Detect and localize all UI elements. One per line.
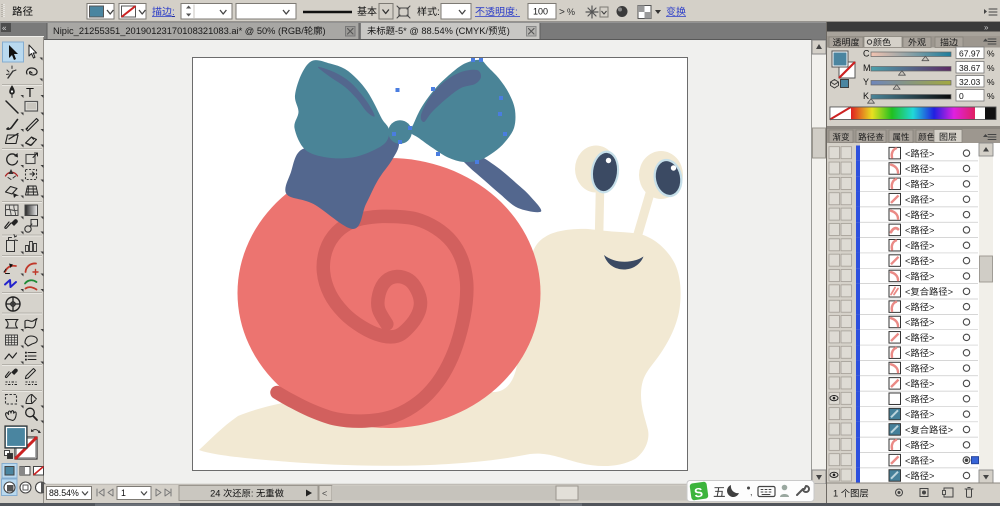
- svg-text:>: >: [948, 287, 953, 297]
- svg-text:%: %: [987, 77, 995, 87]
- svg-text:<: <: [905, 348, 910, 358]
- svg-text:%: %: [987, 91, 995, 101]
- svg-text:>: >: [929, 210, 934, 220]
- svg-text:>: >: [929, 364, 934, 374]
- svg-text::: :: [437, 7, 440, 18]
- svg-text:>: >: [929, 318, 934, 328]
- svg-text:38.67: 38.67: [959, 63, 981, 73]
- svg-text:>: >: [929, 456, 934, 466]
- svg-text:): ): [507, 26, 510, 36]
- svg-text:>: >: [929, 379, 934, 389]
- svg-text:>: >: [929, 149, 934, 159]
- svg-text:<: <: [905, 287, 910, 297]
- svg-text:<: <: [905, 333, 910, 343]
- svg-text:<: <: [905, 318, 910, 328]
- svg-text:<: <: [905, 164, 910, 174]
- svg-text:100: 100: [533, 7, 548, 17]
- svg-text:Y: Y: [863, 77, 869, 87]
- svg-text:>: >: [929, 471, 934, 481]
- svg-text:>: >: [929, 256, 934, 266]
- svg-text:88.54%: 88.54%: [49, 488, 79, 498]
- svg-text:>: >: [929, 180, 934, 190]
- svg-text:<: <: [905, 456, 910, 466]
- svg-text:<: <: [905, 226, 910, 236]
- svg-text:>: >: [929, 226, 934, 236]
- svg-text:32.03: 32.03: [959, 77, 981, 87]
- svg-text:<: <: [905, 256, 910, 266]
- svg-text:<: <: [905, 410, 910, 420]
- svg-text:1: 1: [121, 488, 126, 498]
- svg-text:,: ,: [750, 487, 753, 497]
- svg-text:<: <: [905, 471, 910, 481]
- svg-text:<: <: [322, 489, 327, 499]
- svg-text::: :: [251, 489, 254, 499]
- svg-text:Nipic_21255351_201901231701083: Nipic_21255351_20190123170108321083.ai* …: [53, 26, 304, 36]
- svg-text:>: >: [929, 410, 934, 420]
- svg-text:<: <: [905, 195, 910, 205]
- svg-text:>: >: [929, 195, 934, 205]
- svg-text:-5* @ 88.54% (CMYK/: -5* @ 88.54% (CMYK/: [395, 26, 489, 36]
- svg-text:1: 1: [833, 489, 838, 499]
- svg-text:%: %: [987, 63, 995, 73]
- svg-text:%: %: [567, 7, 575, 17]
- svg-text:>: >: [929, 333, 934, 343]
- svg-text:67.97: 67.97: [959, 48, 981, 58]
- svg-text:T: T: [26, 85, 34, 100]
- svg-text:>: >: [948, 425, 953, 435]
- svg-text:<: <: [905, 440, 910, 450]
- svg-text:>: >: [929, 440, 934, 450]
- svg-text:>: >: [929, 348, 934, 358]
- svg-text:K: K: [863, 91, 869, 101]
- svg-text:<: <: [905, 272, 910, 282]
- svg-text:>: >: [929, 241, 934, 251]
- svg-text:M: M: [863, 63, 871, 73]
- svg-text:>: >: [929, 272, 934, 282]
- svg-text:%: %: [987, 48, 995, 58]
- svg-text:>: >: [929, 394, 934, 404]
- svg-text:<: <: [905, 180, 910, 190]
- svg-text:>: >: [559, 7, 565, 18]
- svg-text:): ): [323, 26, 326, 36]
- svg-text:<: <: [905, 364, 910, 374]
- svg-text:«: «: [2, 24, 7, 33]
- svg-text:>: >: [929, 302, 934, 312]
- svg-text:»: »: [984, 23, 989, 32]
- svg-text:<: <: [905, 210, 910, 220]
- svg-text:24: 24: [210, 489, 220, 499]
- svg-text:0: 0: [959, 91, 964, 101]
- svg-text:<: <: [905, 379, 910, 389]
- svg-text:<: <: [905, 241, 910, 251]
- svg-text:>: >: [929, 164, 934, 174]
- svg-text:C: C: [863, 49, 870, 59]
- svg-text:<: <: [905, 302, 910, 312]
- svg-text:<: <: [905, 425, 910, 435]
- svg-text:<: <: [905, 149, 910, 159]
- svg-text:基本: 基本: [357, 5, 377, 18]
- svg-text:<: <: [905, 394, 910, 404]
